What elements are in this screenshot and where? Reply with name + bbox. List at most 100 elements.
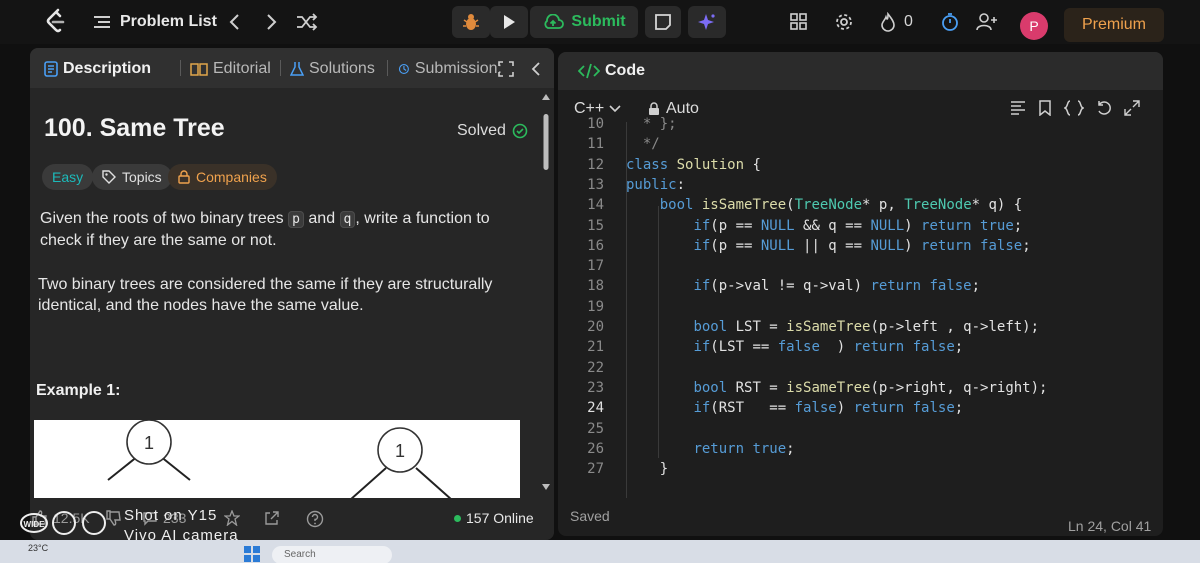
- code-line[interactable]: 20 bool LST = isSameTree(p->left , q->le…: [558, 319, 1163, 339]
- code-line[interactable]: 10 * };: [558, 116, 1163, 136]
- problem-list-button[interactable]: Problem List: [94, 8, 217, 36]
- code-line[interactable]: 22: [558, 360, 1163, 380]
- code-line[interactable]: 16 if(p == NULL || q == NULL) return fal…: [558, 238, 1163, 258]
- next-problem-button[interactable]: [264, 8, 278, 36]
- line-number: 14: [587, 197, 604, 214]
- reset-icon[interactable]: [1096, 100, 1112, 116]
- online-count: 157 Online: [454, 510, 534, 526]
- tab-solutions[interactable]: Solutions: [290, 58, 375, 80]
- online-label: 157 Online: [466, 510, 534, 526]
- tab-description[interactable]: Description: [44, 58, 151, 80]
- code-text: * };: [626, 116, 677, 132]
- timer-button[interactable]: [940, 8, 960, 36]
- book-icon: [190, 63, 208, 76]
- temperature: 23°C: [28, 543, 49, 553]
- flask-icon: [290, 62, 304, 76]
- code-line[interactable]: 27 }: [558, 461, 1163, 481]
- code-editor[interactable]: 10 * }; 11 */12 class Solution {13 public: 1…: [558, 116, 1163, 500]
- code-line[interactable]: 14 bool isSameTree(TreeNode* p, TreeNode…: [558, 197, 1163, 217]
- collapse-panel-button[interactable]: [530, 58, 542, 80]
- help-button[interactable]: [306, 510, 324, 528]
- code-tab[interactable]: Code: [578, 62, 645, 80]
- binary-tree-diagram: 1 1: [107, 420, 452, 498]
- prev-problem-button[interactable]: [228, 8, 242, 36]
- submit-button[interactable]: Submit: [530, 6, 638, 38]
- companies-chip[interactable]: Companies: [168, 164, 277, 190]
- code-text: if(LST == false ) return false;: [693, 339, 964, 356]
- format-align-icon[interactable]: [1010, 101, 1026, 115]
- line-number: 21: [587, 339, 604, 356]
- curly-braces-icon[interactable]: [1064, 100, 1084, 116]
- description-panel: Description Editorial Solutions Submissi…: [30, 48, 554, 540]
- code-text: */: [626, 136, 660, 153]
- run-button[interactable]: [490, 6, 528, 38]
- notes-button[interactable]: [645, 6, 681, 38]
- difficulty-label: Easy: [52, 169, 84, 185]
- weather-widget[interactable]: 23°C: [28, 543, 48, 553]
- document-icon: [44, 61, 58, 77]
- code-line[interactable]: 25: [558, 421, 1163, 441]
- maximize-icon[interactable]: [1124, 100, 1140, 116]
- code-line[interactable]: 21 if(LST == false ) return false;: [558, 339, 1163, 359]
- settings-button[interactable]: [834, 8, 854, 36]
- tab-description-label: Description: [63, 60, 152, 77]
- question-icon: [306, 510, 324, 528]
- code-line[interactable]: 18 if(p->val != q->val) return false;: [558, 278, 1163, 298]
- line-number: 20: [587, 319, 604, 335]
- play-icon: [504, 15, 515, 29]
- user-avatar[interactable]: P: [1020, 12, 1048, 40]
- list-icon: [94, 16, 110, 28]
- fullscreen-icon: [498, 61, 514, 77]
- code-line[interactable]: 23 bool RST = isSameTree(p->right, q->ri…: [558, 380, 1163, 400]
- cursor-position: Ln 24, Col 41: [1068, 518, 1152, 534]
- premium-button[interactable]: Premium: [1064, 8, 1164, 42]
- example-tree-image: 1 1: [34, 420, 520, 498]
- problem-title: 100. Same Tree: [44, 114, 225, 142]
- flame-icon: [881, 12, 895, 32]
- layout-button[interactable]: [790, 8, 808, 36]
- os-taskbar: 23°C Search: [0, 540, 1200, 563]
- code-line[interactable]: 26 return true;: [558, 441, 1163, 461]
- code-line[interactable]: 13 public:: [558, 177, 1163, 197]
- lock-icon: [178, 170, 190, 184]
- windows-start-icon[interactable]: [244, 546, 260, 562]
- chevron-down-icon: [609, 105, 621, 113]
- taskbar-search[interactable]: Search: [272, 546, 392, 563]
- code-line[interactable]: 17: [558, 258, 1163, 278]
- code-line[interactable]: 15 if(p == NULL && q == NULL) return tru…: [558, 218, 1163, 238]
- note-icon: [655, 14, 671, 30]
- line-number: 11: [587, 136, 604, 153]
- tab-editorial[interactable]: Editorial: [190, 58, 271, 80]
- code-text: class Solution {: [626, 156, 761, 173]
- problem-definition: Two binary trees are considered the same…: [38, 276, 493, 314]
- ai-assist-button[interactable]: [688, 6, 726, 38]
- invite-user-button[interactable]: [976, 8, 998, 36]
- description-scrollbar[interactable]: [542, 94, 550, 490]
- expand-panel-button[interactable]: [498, 58, 514, 80]
- topics-chip[interactable]: Topics: [92, 164, 172, 190]
- line-number: 24: [587, 400, 604, 417]
- code-line[interactable]: 24 if(RST == false) return false;: [558, 400, 1163, 420]
- tab-divider: [180, 60, 181, 76]
- companies-label: Companies: [196, 169, 267, 185]
- line-number: 12: [587, 156, 604, 173]
- statement-text: Given the roots of two binary trees: [40, 210, 289, 227]
- tab-submissions[interactable]: Submission:: [398, 58, 502, 80]
- submit-label: Submit: [571, 13, 626, 30]
- leetcode-logo-icon[interactable]: [44, 8, 68, 34]
- bookmark-icon[interactable]: [1038, 100, 1052, 116]
- code-line[interactable]: 12 class Solution {: [558, 157, 1163, 177]
- code-line[interactable]: 19: [558, 299, 1163, 319]
- streak-count: 0: [904, 13, 913, 30]
- streak-counter[interactable]: 0: [880, 8, 913, 36]
- tree-node-value: 1: [144, 433, 154, 453]
- difficulty-chip[interactable]: Easy: [42, 164, 94, 190]
- code-line[interactable]: 11 */: [558, 136, 1163, 156]
- random-problem-button[interactable]: [296, 8, 318, 36]
- code-text: bool RST = isSameTree(p->right, q->right…: [693, 379, 1048, 396]
- inline-code-q: q: [339, 211, 356, 228]
- inline-code-p: p: [288, 211, 304, 228]
- save-status: Saved: [570, 508, 610, 524]
- top-bar: Problem List Submit 0 P Premium: [0, 0, 1200, 44]
- debug-button[interactable]: [452, 6, 490, 38]
